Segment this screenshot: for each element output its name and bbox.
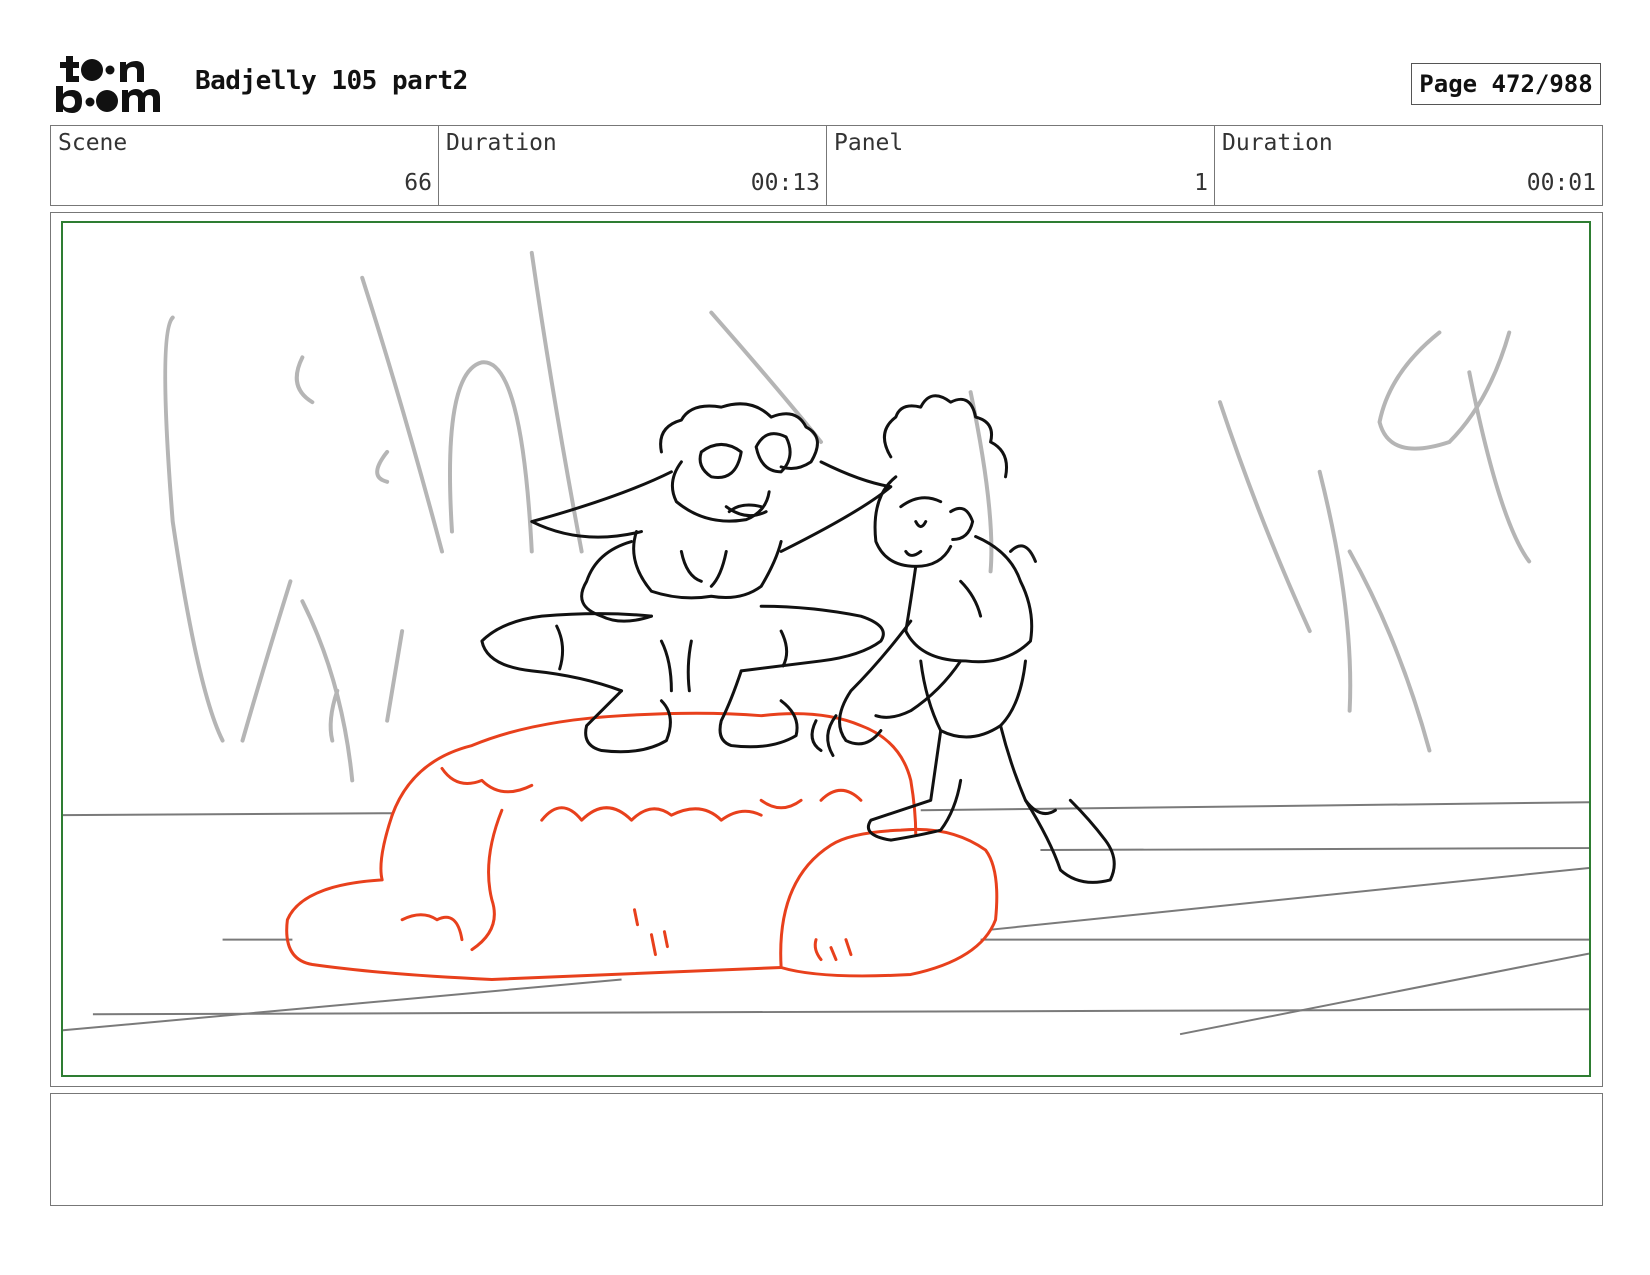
scene-info-table: Scene 66 Duration 00:13 Panel 1 Duration…: [50, 125, 1603, 206]
page-number: Page 472/988: [1419, 70, 1593, 98]
rock-sketch: [285, 711, 999, 981]
scene-label: Scene: [58, 130, 128, 156]
storyboard-panel-image: [61, 221, 1591, 1077]
panel-duration-value: 00:01: [1526, 170, 1596, 196]
scene-duration-value: 00:13: [750, 170, 820, 196]
scene-duration-label: Duration: [446, 130, 557, 156]
panel-sketch: [63, 250, 1589, 1036]
toon-boom-logo-mark: [56, 56, 160, 113]
panel-duration-cell: Duration 00:01: [1215, 126, 1602, 205]
scene-value: 66: [404, 170, 432, 196]
panel-value: 1: [1194, 170, 1208, 196]
panel-caption-box: [50, 1093, 1603, 1206]
panel-cell: Panel 1: [827, 126, 1215, 205]
storyboard-panel-frame: [50, 212, 1603, 1087]
document-title: Badjelly 105 part2: [195, 66, 468, 96]
scene-duration-cell: Duration 00:13: [439, 126, 827, 205]
floor-perspective-lines: [63, 801, 1589, 1036]
panel-duration-label: Duration: [1222, 130, 1333, 156]
scene-cell: Scene 66: [51, 126, 439, 205]
toon-boom-logo: [52, 52, 172, 116]
panel-label: Panel: [834, 130, 904, 156]
page-number-box: Page 472/988: [1411, 63, 1601, 105]
